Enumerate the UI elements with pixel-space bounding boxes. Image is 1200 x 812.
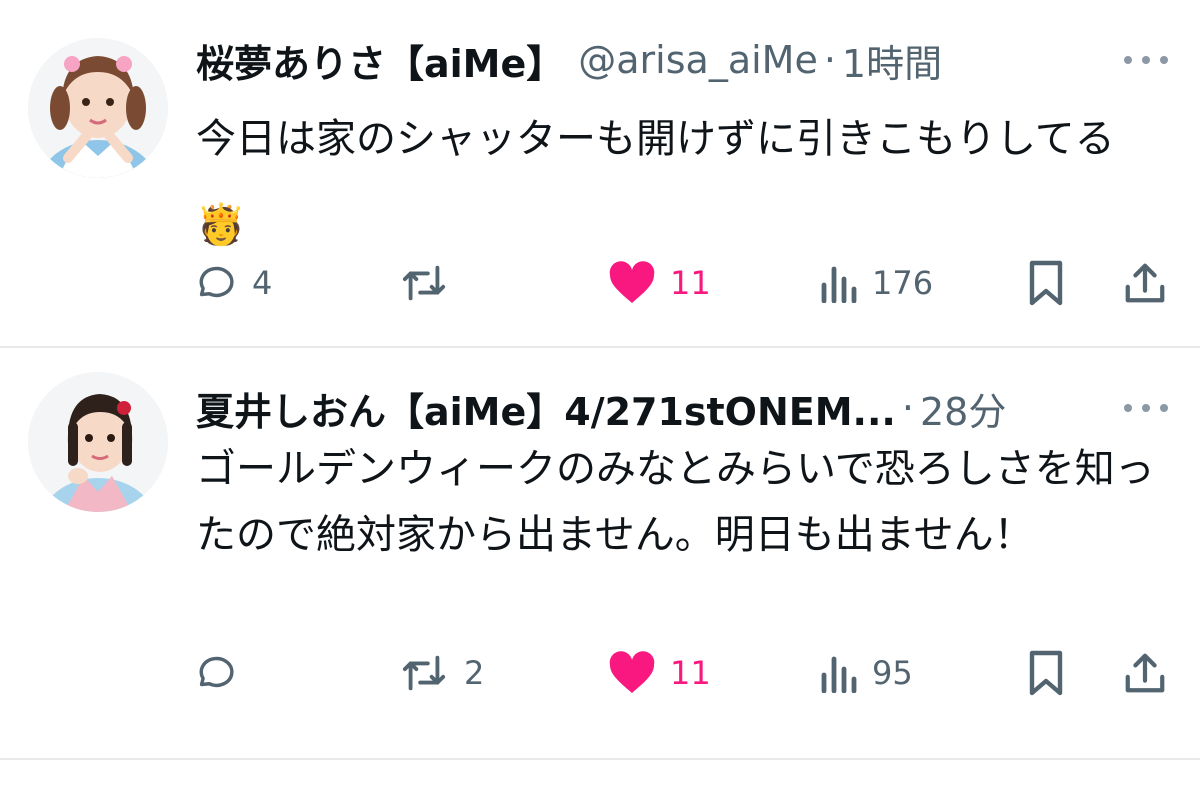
tweet-header: 桜夢ありさ【aiMe】 @arisa_aiMe · 1時間 (196, 30, 942, 90)
user-handle[interactable]: @arisa_aiMe (578, 38, 818, 82)
retweet-count: 2 (464, 654, 485, 692)
reply-count: 4 (252, 264, 273, 302)
divider (0, 758, 1200, 760)
tweet-text: ゴールデンウィークのみなとみらいで恐ろしさを知ったので絶対家から出ません。明日も… (196, 446, 1155, 558)
views-count: 176 (872, 264, 934, 302)
share-button[interactable] (1122, 648, 1168, 698)
reply-icon (199, 266, 234, 298)
views-button[interactable]: 176 (818, 258, 933, 308)
retweet-button[interactable]: 2 (398, 648, 484, 698)
more-icon[interactable] (1124, 50, 1168, 70)
like-count: 11 (670, 654, 711, 692)
heart-icon (609, 261, 655, 303)
tweet[interactable]: 夏井しおん【aiMe】4/271stONEM... · 28分 ゴールデンウィー… (0, 348, 1200, 758)
action-bar: 2 11 95 (0, 648, 1200, 698)
share-button[interactable] (1122, 258, 1168, 308)
tweet[interactable]: 桜夢ありさ【aiMe】 @arisa_aiMe · 1時間 今日は家のシャッター… (0, 0, 1200, 346)
timestamp[interactable]: 28分 (920, 381, 1006, 436)
share-icon (1125, 263, 1165, 303)
more-icon[interactable] (1124, 398, 1168, 418)
tweet-text: 今日は家のシャッターも開けずに引きこもりしてる🫅 (196, 116, 1115, 248)
bookmark-button[interactable] (1026, 648, 1066, 698)
retweet-button[interactable] (398, 258, 464, 308)
bookmark-button[interactable] (1026, 258, 1066, 308)
display-name[interactable]: 夏井しおん【aiMe】4/271stONEM... (196, 381, 896, 436)
display-name[interactable]: 桜夢ありさ【aiMe】 (196, 33, 564, 88)
bookmark-icon (1029, 260, 1063, 306)
reply-button[interactable]: 4 (192, 258, 272, 308)
tweet-header: 夏井しおん【aiMe】4/271stONEM... · 28分 (196, 378, 1006, 438)
bookmark-icon (1029, 650, 1063, 696)
like-button[interactable]: 11 (608, 258, 711, 308)
views-count: 95 (872, 654, 913, 692)
timestamp[interactable]: 1時間 (842, 33, 942, 88)
action-bar: 4 11 176 (0, 258, 1200, 308)
views-icon (821, 266, 857, 303)
avatar[interactable] (28, 38, 168, 178)
retweet-icon (402, 265, 446, 301)
retweet-icon (402, 655, 446, 691)
like-button[interactable]: 11 (608, 648, 711, 698)
separator: · (823, 38, 836, 82)
heart-icon (609, 651, 655, 693)
views-icon (821, 656, 857, 693)
like-count: 11 (670, 264, 711, 302)
reply-button[interactable] (192, 648, 252, 698)
separator: · (901, 386, 914, 430)
views-button[interactable]: 95 (818, 648, 913, 698)
avatar[interactable] (28, 372, 168, 512)
reply-icon (199, 656, 234, 688)
share-icon (1125, 653, 1165, 693)
